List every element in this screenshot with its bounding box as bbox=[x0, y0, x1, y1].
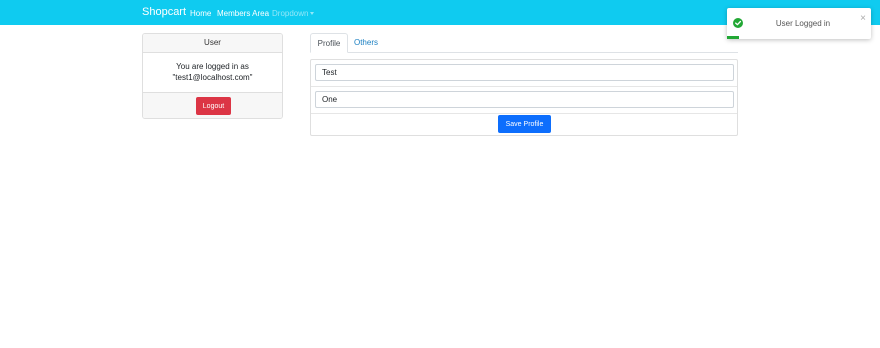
nav-link-members-area[interactable]: Members Area bbox=[217, 9, 269, 18]
logged-in-text: You are logged in as bbox=[176, 62, 249, 71]
caret-down-icon bbox=[310, 12, 315, 15]
tab-others[interactable]: Others bbox=[348, 33, 384, 53]
brand-link[interactable]: Shopcart bbox=[142, 6, 186, 18]
user-card-body: You are logged in as "test1@localhost.co… bbox=[143, 61, 282, 83]
save-profile-button[interactable]: Save Profile bbox=[498, 115, 551, 133]
last-name-row bbox=[311, 87, 737, 114]
toast-progress-bar bbox=[727, 36, 739, 39]
user-card-footer: Logout bbox=[143, 92, 282, 118]
logged-in-email: "test1@localhost.com" bbox=[172, 73, 253, 82]
tab-profile[interactable]: Profile bbox=[310, 33, 348, 53]
first-name-input[interactable] bbox=[315, 64, 734, 81]
toast-message: User Logged in bbox=[775, 19, 831, 28]
close-icon[interactable]: × bbox=[860, 14, 866, 24]
nav-link-home[interactable]: Home bbox=[190, 9, 211, 18]
nav-dropdown-toggle[interactable]: Dropdown bbox=[272, 9, 315, 18]
last-name-input[interactable] bbox=[315, 91, 734, 108]
user-card-header: User bbox=[143, 34, 282, 53]
first-name-row bbox=[311, 60, 737, 87]
user-card: User You are logged in as "test1@localho… bbox=[142, 33, 283, 119]
profile-form: Save Profile bbox=[310, 59, 738, 136]
toast-notification: User Logged in × bbox=[727, 8, 871, 39]
logout-button[interactable]: Logout bbox=[196, 97, 231, 115]
nav-dropdown-label: Dropdown bbox=[272, 9, 309, 18]
